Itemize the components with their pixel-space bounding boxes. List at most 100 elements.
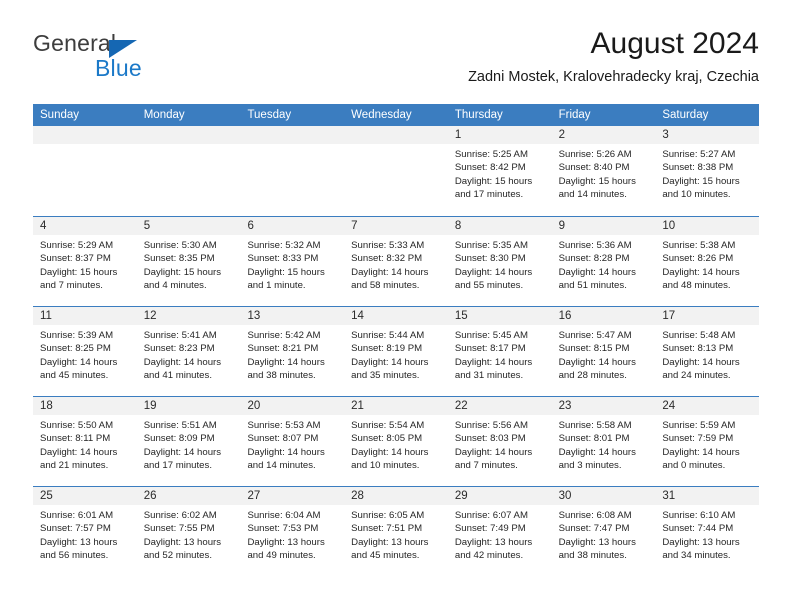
day-number-band: 10	[655, 217, 760, 235]
day-number: 20	[247, 400, 261, 412]
day-details: Sunrise: 5:50 AM Sunset: 8:11 PM Daylight:…	[33, 415, 137, 473]
day-cell[interactable]: 27 Sunrise: 6:04 AM Sunset: 7:53 PM Dayligh…	[240, 487, 345, 576]
day-cell[interactable]: 5 Sunrise: 5:30 AM Sunset: 8:35 PM Daylight…	[136, 217, 241, 306]
day-cell[interactable]: 18 Sunrise: 5:50 AM Sunset: 8:11 PM Dayligh…	[33, 397, 137, 486]
day-cell[interactable]: 6 Sunrise: 5:32 AM Sunset: 8:33 PM Daylight…	[240, 217, 345, 306]
sunset-text: Sunset: 8:13 PM	[662, 343, 734, 355]
day-cell[interactable]: 20 Sunrise: 5:53 AM Sunset: 8:07 PM Dayligh…	[240, 397, 345, 486]
day-number-band: 25	[33, 487, 137, 505]
day-cell[interactable]: 2 Sunrise: 5:26 AM Sunset: 8:40 PM Daylight…	[551, 126, 656, 216]
weekday-header-sunday: Sunday	[40, 109, 80, 121]
calendar-week-row: 25 Sunrise: 6:01 AM Sunset: 7:57 PM Dayligh…	[33, 486, 760, 576]
day-cell[interactable]: 16 Sunrise: 5:47 AM Sunset: 8:15 PM Dayligh…	[551, 307, 656, 396]
brand-name-blue: Blue	[95, 55, 142, 81]
daylight-text-line2: and 10 minutes.	[662, 189, 731, 201]
day-number: 7	[351, 220, 358, 232]
day-cell[interactable]: 17 Sunrise: 5:48 AM Sunset: 8:13 PM Dayligh…	[655, 307, 760, 396]
day-cell-empty	[344, 126, 448, 216]
sunrise-text: Sunrise: 5:32 AM	[247, 240, 321, 251]
day-cell[interactable]: 12 Sunrise: 5:41 AM Sunset: 8:23 PM Dayligh…	[136, 307, 241, 396]
sunset-text: Sunset: 8:01 PM	[558, 433, 630, 445]
daylight-text-line1: Daylight: 14 hours	[662, 356, 740, 368]
daylight-text-line1: Daylight: 14 hours	[247, 446, 325, 458]
sunrise-text: Sunrise: 6:04 AM	[247, 510, 321, 521]
day-number-band: 4	[33, 217, 137, 235]
day-number-band: 14	[344, 307, 448, 325]
day-number: 10	[662, 220, 676, 232]
day-number-band: 12	[136, 307, 241, 325]
day-number-band: 19	[136, 397, 241, 415]
weekday-header-monday: Monday	[143, 109, 185, 121]
day-details: Sunrise: 5:41 AM Sunset: 8:23 PM Daylight:…	[137, 325, 241, 383]
daylight-text-line2: and 4 minutes.	[143, 280, 207, 292]
day-cell[interactable]: 22 Sunrise: 5:56 AM Sunset: 8:03 PM Dayligh…	[447, 397, 552, 486]
sunset-text: Sunset: 8:19 PM	[351, 343, 423, 355]
calendar-weeks: 1 Sunrise: 5:25 AM Sunset: 8:42 PM Daylight…	[33, 126, 760, 576]
sunrise-text: Sunrise: 5:59 AM	[662, 420, 736, 431]
daylight-text-line2: and 41 minutes.	[143, 370, 212, 382]
sunset-text: Sunset: 8:26 PM	[662, 253, 734, 265]
calendar-week-row: 4 Sunrise: 5:29 AM Sunset: 8:37 PM Daylight…	[33, 216, 760, 306]
day-number-band: 2	[551, 126, 656, 144]
day-cell[interactable]: 25 Sunrise: 6:01 AM Sunset: 7:57 PM Dayligh…	[33, 487, 137, 576]
sunset-text: Sunset: 7:55 PM	[143, 523, 215, 535]
day-details: Sunrise: 5:58 AM Sunset: 8:01 PM Daylight:…	[552, 415, 656, 473]
daylight-text-line1: Daylight: 14 hours	[662, 446, 740, 458]
day-cell[interactable]: 28 Sunrise: 6:05 AM Sunset: 7:51 PM Dayligh…	[344, 487, 448, 576]
day-details: Sunrise: 5:44 AM Sunset: 8:19 PM Daylight:…	[344, 325, 448, 383]
sunset-text: Sunset: 7:59 PM	[662, 433, 734, 445]
day-cell[interactable]: 4 Sunrise: 5:29 AM Sunset: 8:37 PM Daylight…	[33, 217, 137, 306]
day-details: Sunrise: 6:05 AM Sunset: 7:51 PM Daylight:…	[344, 505, 448, 563]
day-number: 13	[247, 310, 261, 322]
day-cell[interactable]: 9 Sunrise: 5:36 AM Sunset: 8:28 PM Daylight…	[551, 217, 656, 306]
day-cell[interactable]: 8 Sunrise: 5:35 AM Sunset: 8:30 PM Daylight…	[447, 217, 552, 306]
day-cell[interactable]: 29 Sunrise: 6:07 AM Sunset: 7:49 PM Dayligh…	[447, 487, 552, 576]
sunset-text: Sunset: 7:57 PM	[40, 523, 111, 535]
day-number-band: 31	[655, 487, 760, 505]
day-details: Sunrise: 5:48 AM Sunset: 8:13 PM Daylight:…	[655, 325, 759, 383]
day-cell[interactable]: 1 Sunrise: 5:25 AM Sunset: 8:42 PM Daylight…	[447, 126, 552, 216]
sunset-text: Sunset: 7:49 PM	[454, 523, 526, 535]
day-number-band: 6	[240, 217, 345, 235]
day-cell[interactable]: 14 Sunrise: 5:44 AM Sunset: 8:19 PM Dayligh…	[344, 307, 448, 396]
sunrise-text: Sunrise: 5:33 AM	[351, 240, 425, 251]
weekday-header-thursday: Thursday	[454, 109, 503, 121]
sunrise-text: Sunrise: 5:26 AM	[558, 149, 632, 160]
day-cell[interactable]: 10 Sunrise: 5:38 AM Sunset: 8:26 PM Dayligh…	[655, 217, 760, 306]
sunset-text: Sunset: 8:11 PM	[40, 433, 111, 445]
day-details: Sunrise: 6:07 AM Sunset: 7:49 PM Daylight:…	[448, 505, 552, 563]
day-cell[interactable]: 21 Sunrise: 5:54 AM Sunset: 8:05 PM Dayligh…	[344, 397, 448, 486]
daylight-text-line1: Daylight: 14 hours	[558, 266, 636, 278]
daylight-text-line2: and 14 minutes.	[558, 189, 627, 201]
daylight-text-line2: and 45 minutes.	[351, 550, 420, 562]
day-number-band: 29	[447, 487, 552, 505]
day-number-band	[344, 126, 448, 144]
day-cell[interactable]: 7 Sunrise: 5:33 AM Sunset: 8:32 PM Daylight…	[344, 217, 448, 306]
day-number: 30	[558, 490, 572, 502]
sunrise-text: Sunrise: 5:48 AM	[662, 330, 736, 341]
daylight-text-line1: Daylight: 15 hours	[247, 266, 325, 278]
day-cell[interactable]: 24 Sunrise: 5:59 AM Sunset: 7:59 PM Dayligh…	[655, 397, 760, 486]
daylight-text-line1: Daylight: 15 hours	[558, 175, 636, 187]
day-cell[interactable]: 31 Sunrise: 6:10 AM Sunset: 7:44 PM Dayligh…	[655, 487, 760, 576]
day-cell[interactable]: 26 Sunrise: 6:02 AM Sunset: 7:55 PM Dayligh…	[136, 487, 241, 576]
brand-logo[interactable]: General Blue	[33, 30, 233, 86]
day-number-band: 11	[33, 307, 137, 325]
day-details: Sunrise: 6:10 AM Sunset: 7:44 PM Daylight:…	[655, 505, 759, 563]
day-cell[interactable]: 3 Sunrise: 5:27 AM Sunset: 8:38 PM Daylight…	[655, 126, 760, 216]
day-cell[interactable]: 23 Sunrise: 5:58 AM Sunset: 8:01 PM Dayligh…	[551, 397, 656, 486]
daylight-text-line2: and 35 minutes.	[351, 370, 420, 382]
day-number: 2	[558, 129, 565, 141]
daylight-text-line2: and 17 minutes.	[454, 189, 524, 201]
day-cell[interactable]: 15 Sunrise: 5:45 AM Sunset: 8:17 PM Dayligh…	[447, 307, 552, 396]
day-number: 8	[454, 220, 462, 232]
day-cell[interactable]: 30 Sunrise: 6:08 AM Sunset: 7:47 PM Dayligh…	[551, 487, 656, 576]
day-cell[interactable]: 19 Sunrise: 5:51 AM Sunset: 8:09 PM Dayligh…	[136, 397, 241, 486]
sunset-text: Sunset: 8:25 PM	[40, 343, 111, 355]
day-cell[interactable]: 13 Sunrise: 5:42 AM Sunset: 8:21 PM Dayligh…	[240, 307, 345, 396]
calendar-page: General Blue August 2024 Zadni Mostek, K…	[0, 0, 792, 612]
day-details: Sunrise: 5:35 AM Sunset: 8:30 PM Daylight:…	[448, 235, 552, 293]
daylight-text-line2: and 7 minutes.	[40, 280, 103, 292]
brand-name-general: General	[33, 30, 117, 56]
day-cell[interactable]: 11 Sunrise: 5:39 AM Sunset: 8:25 PM Dayligh…	[33, 307, 137, 396]
